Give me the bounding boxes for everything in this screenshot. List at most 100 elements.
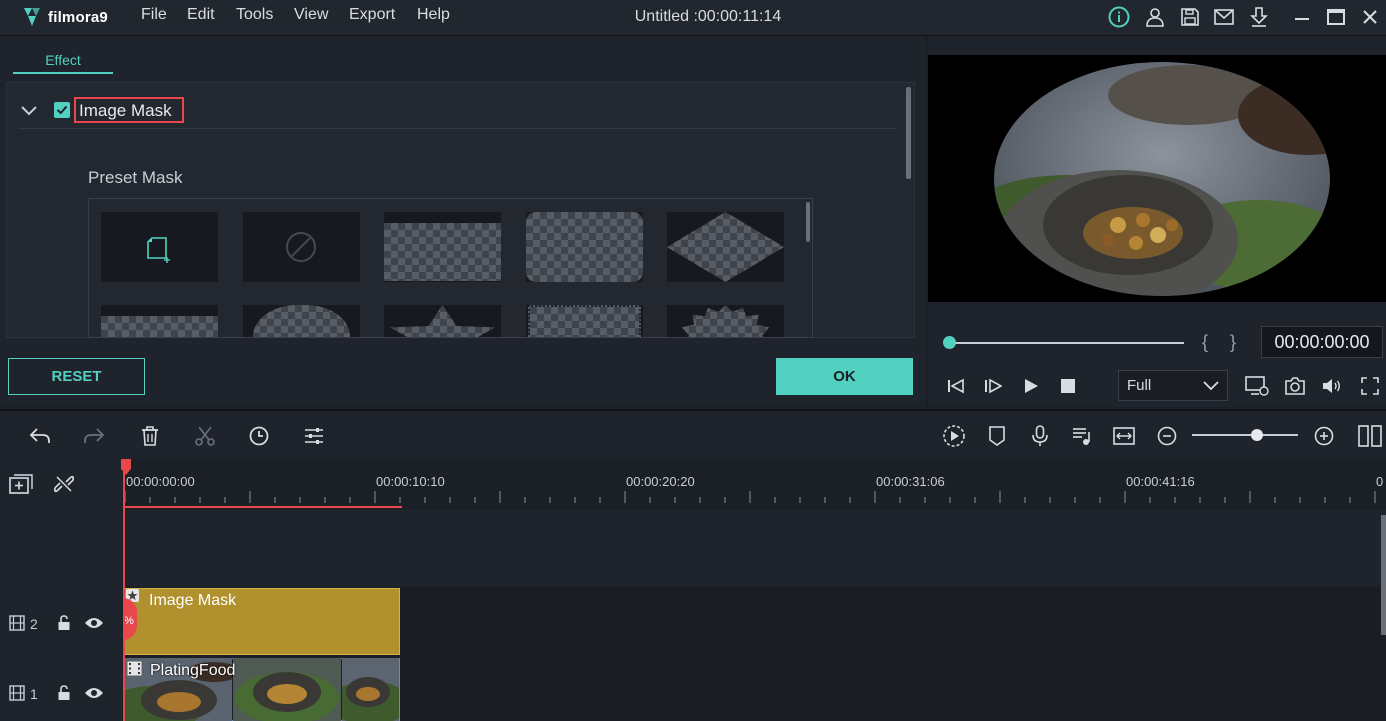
image-mask-checkbox[interactable] bbox=[54, 102, 70, 118]
render-preview-icon[interactable] bbox=[1244, 374, 1270, 398]
visibility-eye-icon[interactable] bbox=[83, 683, 105, 703]
ruler-label: 0 bbox=[1376, 474, 1384, 489]
empty-track-area[interactable] bbox=[123, 510, 1386, 586]
preset-rectangle[interactable] bbox=[384, 212, 501, 282]
save-icon[interactable] bbox=[1178, 5, 1202, 29]
undo-icon[interactable] bbox=[27, 423, 53, 449]
preview-scrub-track[interactable] bbox=[950, 342, 1184, 344]
menu-view[interactable]: View bbox=[294, 6, 328, 24]
mark-in-button[interactable]: { bbox=[1202, 332, 1208, 353]
fit-timeline-icon[interactable] bbox=[1111, 423, 1137, 449]
ruler-label: 00:00:31:06 bbox=[876, 474, 945, 489]
visibility-eye-icon[interactable] bbox=[83, 613, 105, 633]
microphone-icon[interactable] bbox=[1027, 423, 1053, 449]
close-icon[interactable] bbox=[1358, 5, 1382, 29]
marker-icon[interactable] bbox=[984, 423, 1010, 449]
render-icon[interactable] bbox=[940, 422, 968, 450]
snapshot-camera-icon[interactable] bbox=[1283, 374, 1307, 398]
checkmark-icon bbox=[56, 105, 68, 115]
account-icon[interactable] bbox=[1143, 5, 1167, 29]
fullscreen-icon[interactable] bbox=[1358, 374, 1382, 398]
collapse-chevron-icon[interactable] bbox=[18, 100, 40, 122]
panel-layout-icon[interactable] bbox=[1356, 423, 1384, 449]
ok-button[interactable]: OK bbox=[776, 358, 913, 395]
mark-out-button[interactable]: } bbox=[1230, 332, 1236, 353]
image-mask-title: Image Mask bbox=[79, 101, 172, 120]
lock-icon[interactable] bbox=[55, 683, 73, 703]
zoom-out-icon[interactable] bbox=[1154, 423, 1180, 449]
volume-icon[interactable] bbox=[1320, 374, 1344, 398]
reset-button[interactable]: RESET bbox=[8, 358, 145, 395]
preset-stamp[interactable] bbox=[526, 305, 643, 337]
redo-icon[interactable] bbox=[81, 423, 107, 449]
track-1-number: 1 bbox=[30, 686, 38, 702]
info-icon[interactable] bbox=[1107, 5, 1131, 29]
zoom-slider-knob[interactable] bbox=[1251, 429, 1263, 441]
ruler-label: 00:00:41:16 bbox=[1126, 474, 1195, 489]
playhead-line[interactable] bbox=[123, 459, 125, 721]
tab-effect-indicator bbox=[13, 72, 113, 74]
chevron-down-icon[interactable] bbox=[1200, 376, 1222, 396]
svg-text:%: % bbox=[124, 615, 134, 627]
zoom-in-icon[interactable] bbox=[1311, 423, 1337, 449]
maximize-icon[interactable] bbox=[1324, 5, 1348, 29]
timeline-scrollbar[interactable] bbox=[1381, 515, 1386, 635]
clip-thumbnail bbox=[233, 658, 341, 721]
lock-icon[interactable] bbox=[55, 613, 73, 633]
video-track-icon bbox=[7, 684, 27, 702]
unlink-icon[interactable] bbox=[52, 472, 76, 496]
previous-frame-icon[interactable] bbox=[944, 374, 968, 398]
percent-icon: % bbox=[124, 615, 134, 627]
zoom-slider-track[interactable] bbox=[1192, 434, 1298, 436]
preset-bar[interactable] bbox=[101, 305, 218, 337]
play-icon[interactable] bbox=[1019, 374, 1043, 398]
tab-effect[interactable]: Effect bbox=[13, 52, 113, 68]
effect-panel-scrollbar[interactable] bbox=[906, 87, 911, 179]
preview-scrub-knob[interactable] bbox=[943, 336, 956, 349]
play-pause-icon[interactable] bbox=[981, 374, 1005, 398]
preset-rounded-rectangle[interactable] bbox=[526, 212, 643, 282]
menu-edit[interactable]: Edit bbox=[187, 6, 215, 24]
menu-help[interactable]: Help bbox=[417, 6, 450, 24]
menu-file[interactable]: File bbox=[141, 6, 167, 24]
document-title: Untitled :00:00:11:14 bbox=[634, 8, 782, 25]
preset-none[interactable] bbox=[243, 212, 360, 282]
menu-tools[interactable]: Tools bbox=[236, 6, 273, 24]
filmora-logo-icon bbox=[24, 8, 40, 26]
preset-heart[interactable] bbox=[243, 305, 360, 337]
ruler-label: 00:00:00:00 bbox=[126, 474, 195, 489]
preset-diamond[interactable] bbox=[667, 212, 784, 282]
duration-clock-icon[interactable] bbox=[246, 423, 272, 449]
app-logo: filmora9 bbox=[22, 6, 108, 28]
preview-viewer[interactable] bbox=[928, 55, 1386, 302]
app-brand-name: filmora9 bbox=[48, 8, 108, 26]
time-ruler[interactable] bbox=[123, 459, 1386, 507]
ruler-label: 00:00:10:10 bbox=[376, 474, 445, 489]
section-divider bbox=[18, 128, 896, 129]
adjust-sliders-icon[interactable] bbox=[301, 423, 327, 449]
clip-thumbnail bbox=[342, 658, 399, 721]
preset-import-mask[interactable] bbox=[101, 212, 218, 282]
download-icon[interactable] bbox=[1247, 5, 1271, 29]
none-icon bbox=[286, 232, 316, 262]
menu-export[interactable]: Export bbox=[349, 6, 395, 24]
ruler-label: 00:00:20:20 bbox=[626, 474, 695, 489]
add-track-icon[interactable] bbox=[8, 472, 34, 496]
mail-icon[interactable] bbox=[1212, 5, 1236, 29]
preset-mask-label: Preset Mask bbox=[88, 168, 183, 187]
track-2-number: 2 bbox=[30, 616, 38, 632]
clip-trim-handle[interactable]: % bbox=[123, 598, 137, 640]
platingfood-clip-label: PlatingFood bbox=[150, 662, 236, 679]
split-scissors-icon[interactable] bbox=[192, 423, 218, 449]
preset-burst[interactable] bbox=[667, 305, 784, 337]
ruler-render-range bbox=[123, 506, 402, 508]
preset-star[interactable] bbox=[384, 305, 501, 337]
track-header-column bbox=[0, 459, 122, 721]
preset-grid-scrollbar[interactable] bbox=[806, 202, 810, 242]
stop-icon[interactable] bbox=[1056, 374, 1080, 398]
minimize-icon[interactable] bbox=[1290, 5, 1314, 29]
delete-icon[interactable] bbox=[137, 423, 163, 449]
preview-timecode: 00:00:00:00 bbox=[1274, 332, 1370, 352]
audio-mixer-icon[interactable] bbox=[1069, 423, 1095, 449]
import-mask-icon bbox=[147, 237, 170, 263]
